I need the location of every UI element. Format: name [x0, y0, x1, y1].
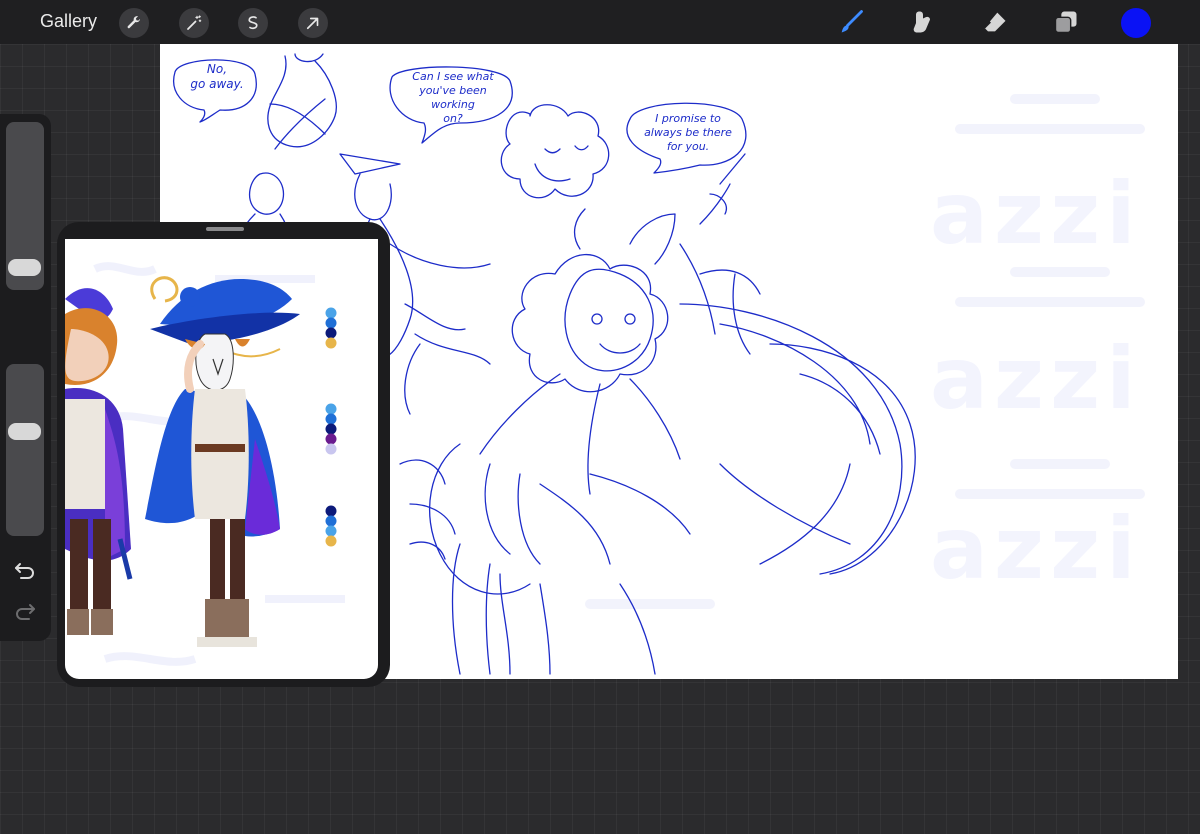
palette-swatch	[325, 337, 337, 349]
palette-swatch	[325, 403, 337, 415]
speech-bubble-text: No, go away.	[190, 62, 244, 91]
opacity-slider-thumb[interactable]	[8, 423, 41, 441]
undo-icon[interactable]	[12, 559, 38, 583]
reference-image	[65, 239, 378, 679]
palette-swatch	[325, 307, 337, 319]
left-sidebar	[0, 114, 51, 641]
palette-swatch	[325, 505, 337, 517]
layers-icon[interactable]	[1051, 7, 1081, 37]
palette-swatch	[325, 317, 337, 329]
wrench-icon[interactable]	[119, 8, 149, 38]
window-grabber-handle[interactable]	[206, 227, 244, 231]
palette-swatch	[325, 327, 337, 339]
character-reference-art	[65, 262, 345, 666]
palette-swatch	[325, 535, 337, 547]
eraser-icon[interactable]	[980, 7, 1010, 37]
speech-bubble-text: I promise to always be there for you.	[644, 112, 732, 153]
brush-size-slider-thumb[interactable]	[8, 259, 41, 277]
gallery-button[interactable]: Gallery	[40, 11, 97, 32]
top-toolbar: Gallery	[0, 0, 1200, 44]
magic-wand-icon[interactable]	[179, 8, 209, 38]
opacity-slider[interactable]	[6, 364, 44, 536]
color-picker-button[interactable]	[1121, 8, 1151, 38]
reference-window[interactable]	[57, 222, 390, 687]
palette-swatch	[325, 433, 337, 445]
palette-swatch	[325, 525, 337, 537]
selection-icon[interactable]	[238, 8, 268, 38]
smudge-icon[interactable]	[908, 7, 938, 37]
palette-swatch	[325, 515, 337, 527]
palette-swatch	[325, 423, 337, 435]
speech-bubble-text: Can I see what you've been working on?	[412, 70, 494, 125]
brush-icon[interactable]	[836, 7, 866, 37]
palette-swatch	[325, 413, 337, 425]
palette-swatch	[325, 443, 337, 455]
redo-icon[interactable]	[12, 600, 38, 624]
transform-arrow-icon[interactable]	[298, 8, 328, 38]
